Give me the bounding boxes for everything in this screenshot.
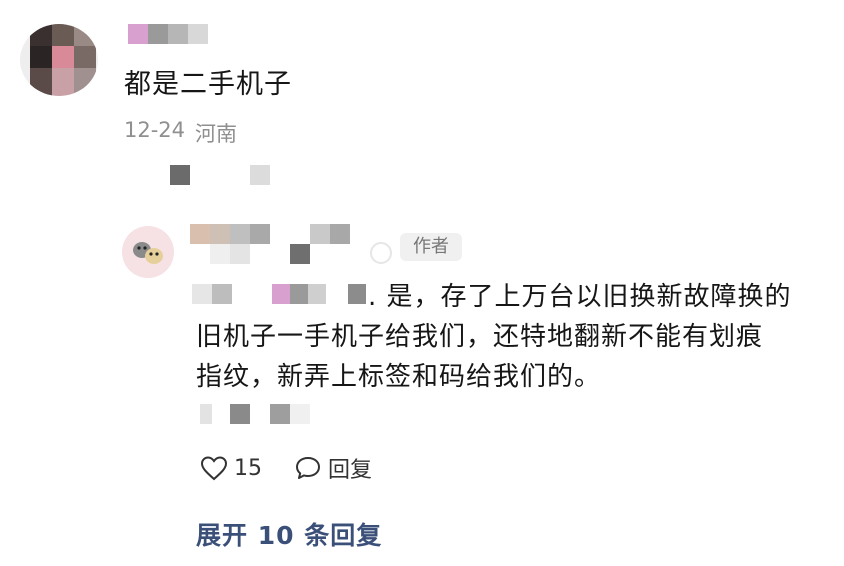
author-badge: 作者 xyxy=(400,233,462,261)
reply-actions: 15 回复 xyxy=(200,452,372,484)
level-icon xyxy=(370,242,392,264)
redacted-block xyxy=(272,284,290,304)
redacted-block xyxy=(192,284,212,304)
redacted-block xyxy=(290,244,310,264)
author-avatar[interactable] xyxy=(122,226,174,278)
redacted-block xyxy=(200,404,212,424)
commenter-avatar[interactable] xyxy=(20,24,98,96)
author-name-redacted[interactable] xyxy=(190,224,350,244)
expand-replies-link[interactable]: 展开 10 条回复 xyxy=(196,516,382,552)
reply-text-line2: 旧机子一手机子给我们，还特地翻新不能有划痕 xyxy=(196,322,764,352)
comment-location: 河南 xyxy=(195,122,238,146)
redacted-block xyxy=(230,244,250,264)
redacted-block xyxy=(290,284,308,304)
redacted-block xyxy=(170,165,190,185)
comment-date: 12-24 xyxy=(124,118,186,142)
reply-text-line3: 指纹，新弄上标签和码给我们的。 xyxy=(196,362,602,392)
comment-bubble-icon xyxy=(296,457,320,479)
comment-text: 都是二手机子 xyxy=(124,69,292,100)
redacted-block xyxy=(308,284,326,304)
like-button[interactable]: 15 xyxy=(200,455,262,481)
reply-text-line1: . 是，存了上万台以旧换新故障换的 xyxy=(368,282,792,312)
redacted-block xyxy=(270,404,290,424)
redacted-block xyxy=(230,404,250,424)
redacted-block xyxy=(210,244,230,264)
reply-button[interactable]: 回复 xyxy=(294,452,372,484)
redacted-block xyxy=(250,165,270,185)
reply-label: 回复 xyxy=(328,458,373,483)
redacted-block xyxy=(310,244,330,264)
comment-meta: 12-24 河南 xyxy=(124,118,237,148)
redacted-block xyxy=(212,284,232,304)
commenter-name-redacted[interactable] xyxy=(128,24,208,44)
redacted-block xyxy=(290,404,310,424)
like-count: 15 xyxy=(234,455,262,481)
redacted-block xyxy=(348,284,366,304)
heart-icon xyxy=(200,456,228,481)
